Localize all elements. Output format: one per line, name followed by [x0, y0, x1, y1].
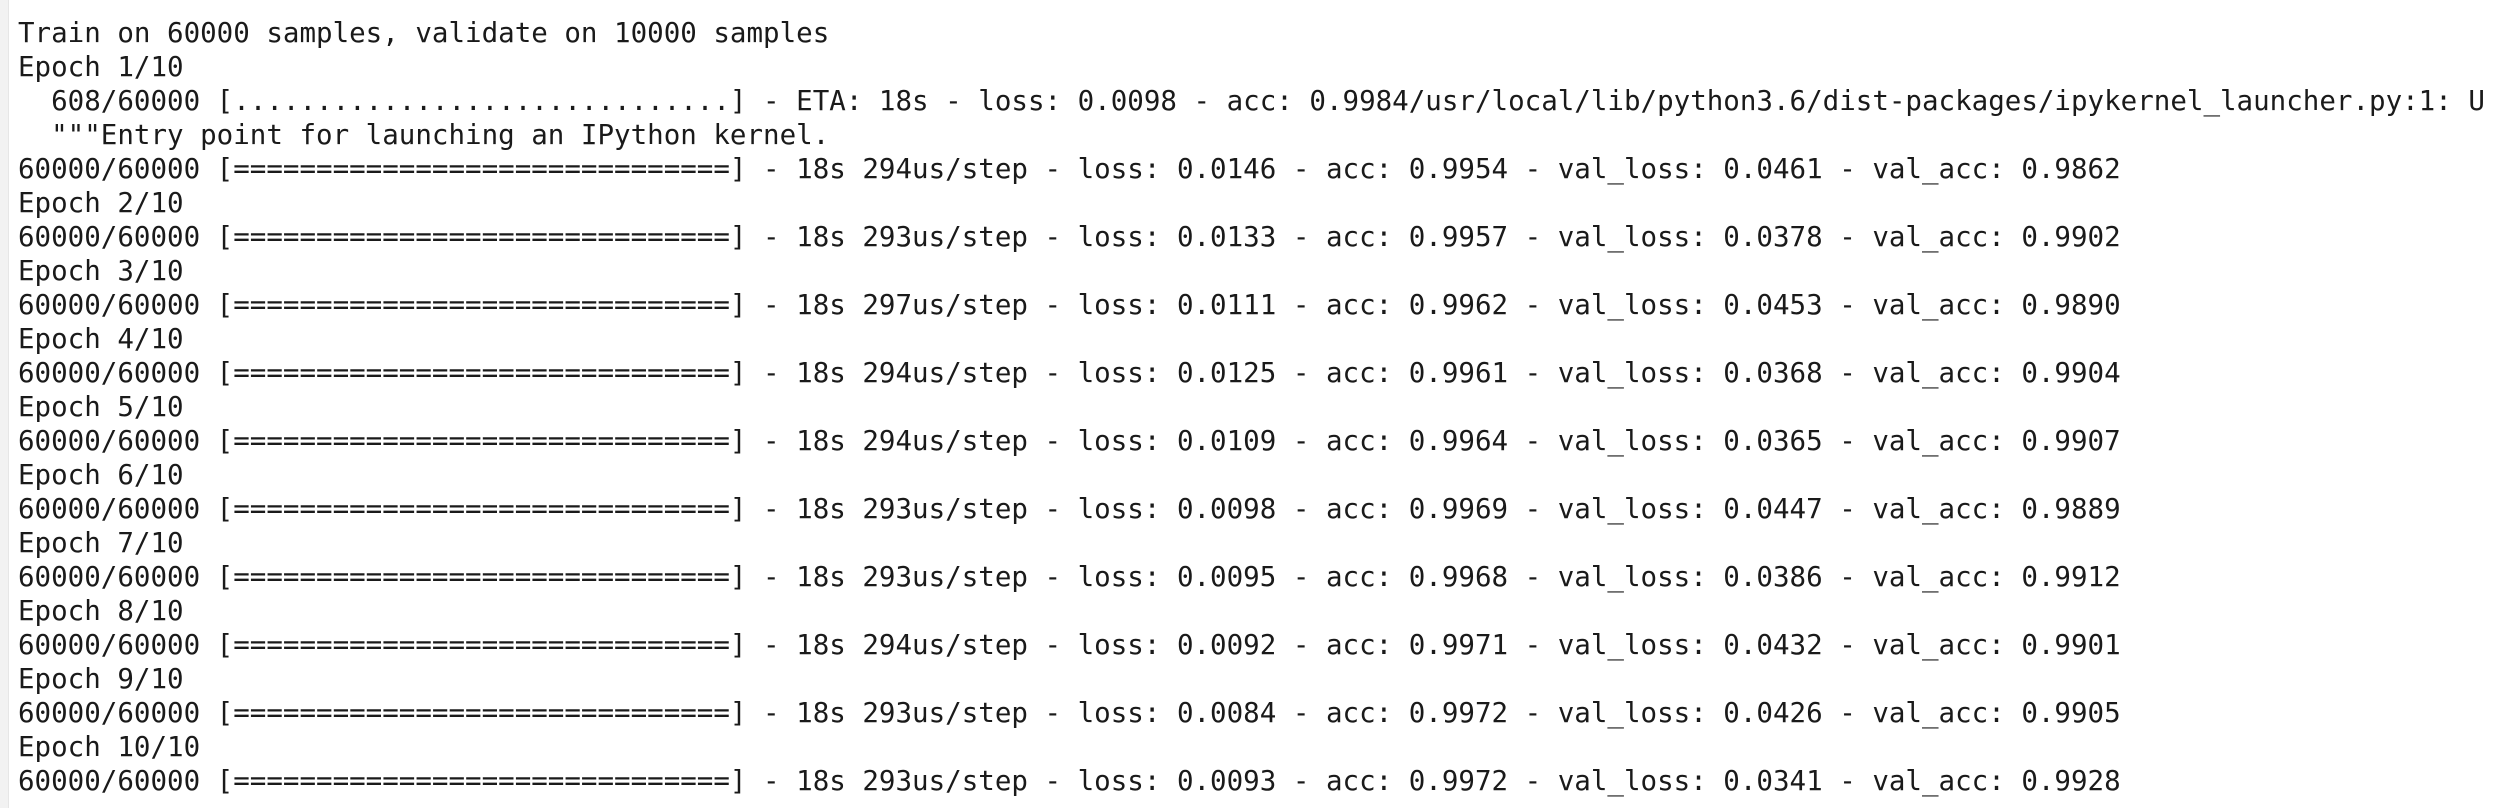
output-line: """Entry point for launching an IPython … [18, 119, 830, 151]
output-gutter [0, 0, 9, 808]
cell-output: Train on 60000 samples, validate on 1000… [18, 16, 2510, 808]
output-line: Epoch 5/10 [18, 391, 184, 423]
output-line: Epoch 8/10 [18, 595, 184, 627]
output-line: Epoch 3/10 [18, 255, 184, 287]
output-line: 60000/60000 [===========================… [18, 153, 2121, 185]
output-line: 60000/60000 [===========================… [18, 629, 2121, 661]
output-line: 60000/60000 [===========================… [18, 357, 2121, 389]
output-line: 60000/60000 [===========================… [18, 765, 2121, 797]
output-line: Train on 60000 samples, validate on 1000… [18, 17, 830, 49]
output-line: Epoch 10/10 [18, 731, 201, 763]
output-line: Epoch 4/10 [18, 323, 184, 355]
output-line: Epoch 9/10 [18, 663, 184, 695]
output-line: 60000/60000 [===========================… [18, 425, 2121, 457]
output-line: 60000/60000 [===========================… [18, 561, 2121, 593]
output-line: 60000/60000 [===========================… [18, 697, 2121, 729]
output-line: 608/60000 [.............................… [18, 85, 2485, 117]
output-line: Epoch 6/10 [18, 459, 184, 491]
output-line: 60000/60000 [===========================… [18, 493, 2121, 525]
output-line: Epoch 7/10 [18, 527, 184, 559]
output-line: Epoch 1/10 [18, 51, 184, 83]
output-line: 60000/60000 [===========================… [18, 221, 2121, 253]
output-line: 60000/60000 [===========================… [18, 289, 2121, 321]
output-line: Epoch 2/10 [18, 187, 184, 219]
